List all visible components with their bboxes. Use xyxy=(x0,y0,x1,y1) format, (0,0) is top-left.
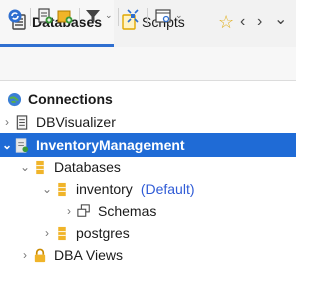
toolbar xyxy=(0,47,296,81)
chevron-right-icon[interactable]: › xyxy=(0,115,14,129)
toolbar-separator xyxy=(118,8,119,26)
star-icon[interactable]: ☆ xyxy=(218,12,234,32)
schemas-icon xyxy=(76,203,92,219)
dbvisualizer-label: DBVisualizer xyxy=(36,114,116,130)
database-server-icon xyxy=(14,114,30,130)
tree-databases[interactable]: ⌄ Databases xyxy=(0,155,296,179)
toolbar-separator xyxy=(79,8,80,26)
tab-menu-icon[interactable]: ⌄ xyxy=(274,10,287,30)
database-icon xyxy=(54,225,70,241)
dba-views-label: DBA Views xyxy=(54,247,123,263)
view-icon[interactable] xyxy=(154,7,172,25)
database-connected-icon xyxy=(14,137,30,153)
tree-postgres[interactable]: › postgres xyxy=(0,221,296,245)
schemas-label: Schemas xyxy=(98,203,157,219)
add-icon[interactable] xyxy=(56,7,74,25)
connections-icon xyxy=(6,91,22,107)
postgres-label: postgres xyxy=(76,225,130,241)
scroll-left-icon[interactable]: ‹ xyxy=(240,12,245,32)
scroll-right-icon[interactable]: › xyxy=(257,12,262,32)
tree-connections[interactable]: Connections xyxy=(0,87,296,111)
toolbar-separator xyxy=(30,8,31,26)
collapse-icon[interactable] xyxy=(124,7,142,25)
tree-inventorymanagement[interactable]: ⌄ InventoryManagement xyxy=(0,133,296,157)
new-connection-icon[interactable] xyxy=(36,7,54,25)
database-icon xyxy=(54,181,70,197)
default-badge: (Default) xyxy=(140,181,195,197)
filter-icon[interactable] xyxy=(84,7,102,25)
chevron-down-icon[interactable]: ⌄ xyxy=(40,182,54,196)
chevron-right-icon[interactable]: › xyxy=(62,204,76,218)
chevron-down-icon[interactable]: ⌄ xyxy=(0,138,14,152)
view-dropdown-icon[interactable]: ⌄ xyxy=(175,10,183,21)
connections-label: Connections xyxy=(28,91,113,107)
tree-inventory[interactable]: ⌄ inventory (Default) xyxy=(0,177,296,201)
tree-schemas[interactable]: › Schemas xyxy=(0,199,296,223)
databases-label: Databases xyxy=(54,159,121,175)
chevron-right-icon[interactable]: › xyxy=(18,248,32,262)
database-folder-icon xyxy=(32,159,48,175)
tree-dbvisualizer[interactable]: › DBVisualizer xyxy=(0,110,296,134)
chevron-right-icon[interactable]: › xyxy=(40,226,54,240)
chevron-down-icon[interactable]: ⌄ xyxy=(18,160,32,174)
lock-icon xyxy=(32,247,48,263)
filter-dropdown-icon[interactable]: ⌄ xyxy=(105,10,113,21)
tree-dba-views[interactable]: › DBA Views xyxy=(0,243,296,267)
inventorymanagement-label: InventoryManagement xyxy=(36,137,185,153)
inventory-label: inventory xyxy=(76,181,133,197)
toolbar-separator xyxy=(147,8,148,26)
refresh-icon[interactable] xyxy=(6,7,24,25)
